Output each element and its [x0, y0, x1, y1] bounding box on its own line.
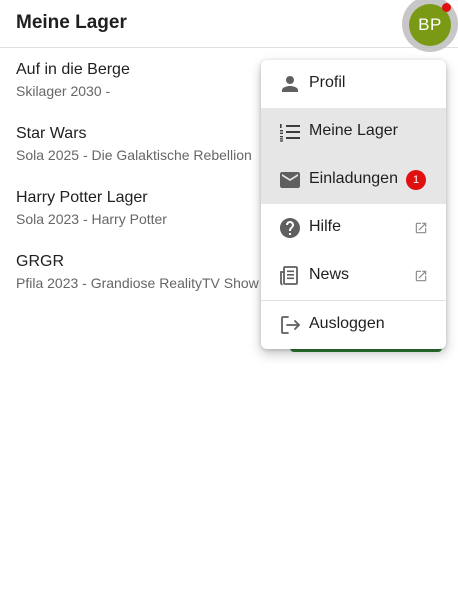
mail-icon: [278, 168, 302, 192]
menu-item-label: News: [309, 266, 350, 283]
open-in-new-icon: [414, 269, 428, 283]
menu-item-label: Ausloggen: [309, 315, 385, 332]
menu-item-news[interactable]: News: [261, 252, 446, 300]
invitation-count-badge: 1: [406, 170, 426, 190]
menu-item-label: Hilfe: [309, 218, 342, 235]
page-title: Meine Lager: [16, 12, 127, 33]
app-header: Meine Lager: [0, 0, 458, 48]
menu-item-label: Meine Lager: [309, 122, 398, 139]
camp-title: Auf in die Berge: [16, 61, 130, 78]
menu-item-einladungen[interactable]: Einladungen 1: [261, 156, 446, 204]
menu-item-meine-lager[interactable]: Meine Lager: [261, 108, 446, 156]
person-icon: [278, 72, 302, 96]
menu-item-profil[interactable]: Profil: [261, 60, 446, 108]
user-menu: Profil Meine Lager Einladungen 1 Hilfe N…: [261, 60, 446, 349]
camp-subtitle: Pfila 2023 - Grandiose RealityTV Show: [16, 275, 259, 291]
menu-item-label: Einladungen: [309, 170, 398, 187]
camp-title: Star Wars: [16, 125, 87, 142]
camp-subtitle: Sola 2025 - Die Galaktische Rebellion: [16, 147, 252, 163]
open-in-new-icon: [414, 221, 428, 235]
camp-title: GRGR: [16, 253, 64, 270]
camp-title: Harry Potter Lager: [16, 189, 148, 206]
camp-subtitle: Skilager 2030 -: [16, 83, 111, 99]
avatar-initials: BP: [418, 15, 442, 34]
menu-item-ausloggen[interactable]: Ausloggen: [261, 301, 446, 349]
menu-item-label: Profil: [309, 74, 346, 91]
logout-icon: [278, 313, 302, 337]
camp-subtitle: Sola 2023 - Harry Potter: [16, 211, 167, 227]
notification-dot: [442, 3, 451, 12]
newspaper-icon: [278, 264, 302, 288]
app: Meine Lager Auf in die Berge Skilager 20…: [0, 0, 458, 597]
menu-item-hilfe[interactable]: Hilfe: [261, 204, 446, 252]
help-circle-icon: [278, 216, 302, 240]
list-numbered-icon: [278, 120, 302, 144]
